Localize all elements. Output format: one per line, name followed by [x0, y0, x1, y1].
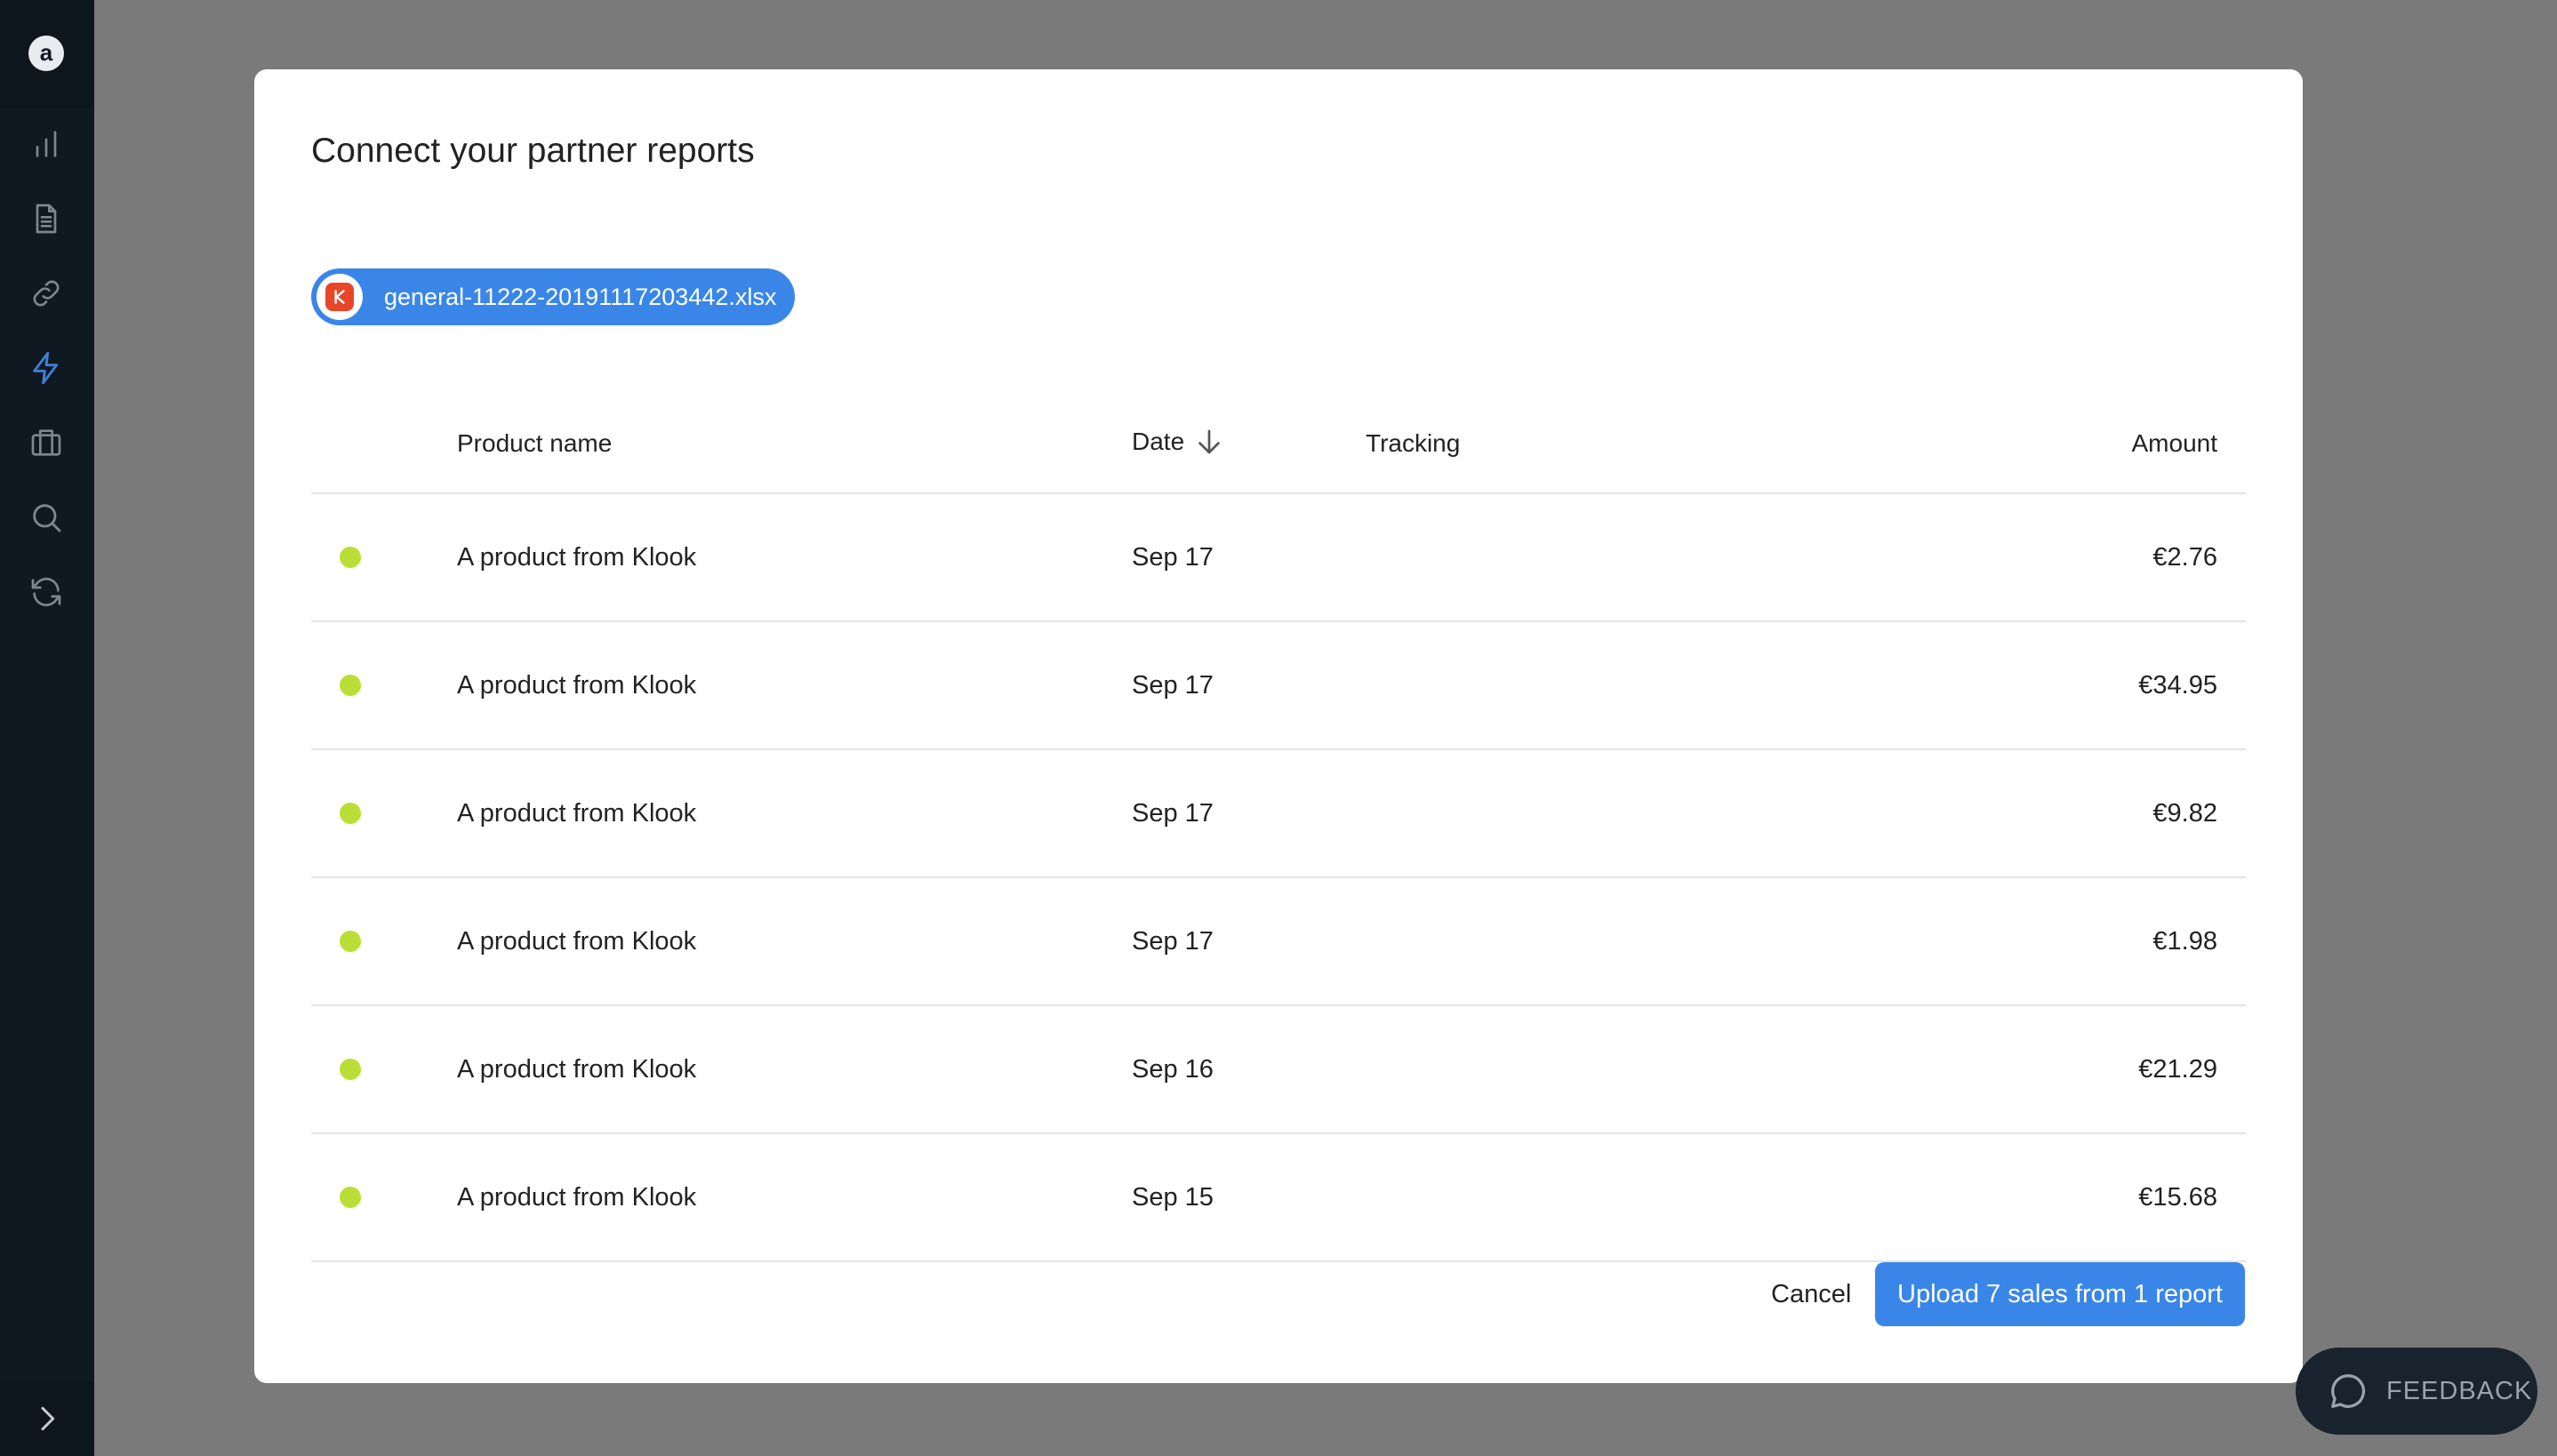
column-header-amount[interactable]: Amount [2132, 391, 2218, 492]
file-chip-label: general-11222-20191117203442.xlsx [384, 283, 777, 310]
table-row[interactable]: A product from Klook Sep 17 €2.76 [311, 494, 2246, 622]
status-dot [340, 1187, 361, 1208]
sale-amount: €9.82 [2152, 799, 2217, 828]
status-dot [340, 931, 361, 952]
product-name: A product from Klook [457, 799, 697, 828]
status-dot [340, 803, 361, 824]
column-header-product[interactable]: Product name [457, 391, 612, 492]
sale-date: Sep 17 [1132, 927, 1214, 956]
sale-amount: €15.68 [2138, 1183, 2217, 1212]
link-icon[interactable] [25, 272, 68, 315]
sale-date: Sep 17 [1132, 543, 1214, 572]
product-name: A product from Klook [457, 671, 697, 700]
sale-amount: €1.98 [2152, 927, 2217, 956]
logo-area: a [0, 0, 94, 108]
sale-amount: €2.76 [2152, 543, 2217, 572]
chevron-right-icon [41, 1406, 55, 1431]
cancel-button[interactable]: Cancel [1757, 1262, 1865, 1326]
document-icon[interactable] [25, 197, 68, 240]
table-row[interactable]: A product from Klook Sep 15 €15.68 [311, 1134, 2246, 1262]
product-name: A product from Klook [457, 927, 697, 956]
sidebar-expand-button[interactable] [0, 1381, 94, 1456]
sort-arrow-down-icon [1198, 429, 1221, 454]
table-row[interactable]: A product from Klook Sep 16 €21.29 [311, 1006, 2246, 1134]
status-dot [340, 675, 361, 696]
sale-date: Sep 15 [1132, 1183, 1214, 1212]
file-chip[interactable]: general-11222-20191117203442.xlsx [311, 268, 795, 325]
feedback-label: FEEDBACK [2386, 1376, 2533, 1405]
column-header-tracking[interactable]: Tracking [1366, 391, 1460, 492]
column-header-date-label: Date [1132, 428, 1185, 455]
product-name: A product from Klook [457, 543, 697, 572]
briefcase-icon[interactable] [25, 421, 68, 464]
search-icon[interactable] [25, 496, 68, 539]
status-dot [340, 1059, 361, 1080]
product-name: A product from Klook [457, 1055, 697, 1084]
table-row[interactable]: A product from Klook Sep 17 €34.95 [311, 622, 2246, 750]
sale-date: Sep 16 [1132, 1055, 1214, 1084]
sidebar: a [0, 0, 94, 1456]
app-logo[interactable]: a [28, 36, 64, 71]
bar-chart-icon[interactable] [25, 123, 68, 165]
column-header-date[interactable]: Date [1132, 391, 1225, 492]
status-dot [340, 547, 361, 568]
sale-amount: €34.95 [2138, 671, 2217, 700]
table-row[interactable]: A product from Klook Sep 17 €9.82 [311, 750, 2246, 878]
chat-bubble-icon [2331, 1374, 2366, 1408]
sales-table: Product name Date Tracking Amount A prod… [311, 391, 2246, 1262]
sale-date: Sep 17 [1132, 799, 1214, 828]
product-name: A product from Klook [457, 1183, 697, 1212]
refresh-icon[interactable] [25, 571, 68, 613]
sale-date: Sep 17 [1132, 671, 1214, 700]
table-header: Product name Date Tracking Amount [311, 391, 2246, 494]
connect-reports-modal: Connect your partner reports general-112… [254, 69, 2303, 1383]
lightning-icon[interactable] [25, 347, 68, 389]
klook-logo-icon [317, 274, 363, 320]
feedback-button[interactable]: FEEDBACK [2296, 1348, 2537, 1435]
sale-amount: €21.29 [2138, 1055, 2217, 1084]
modal-title: Connect your partner reports [311, 132, 755, 170]
upload-sales-button[interactable]: Upload 7 sales from 1 report [1875, 1262, 2245, 1326]
table-row[interactable]: A product from Klook Sep 17 €1.98 [311, 878, 2246, 1006]
